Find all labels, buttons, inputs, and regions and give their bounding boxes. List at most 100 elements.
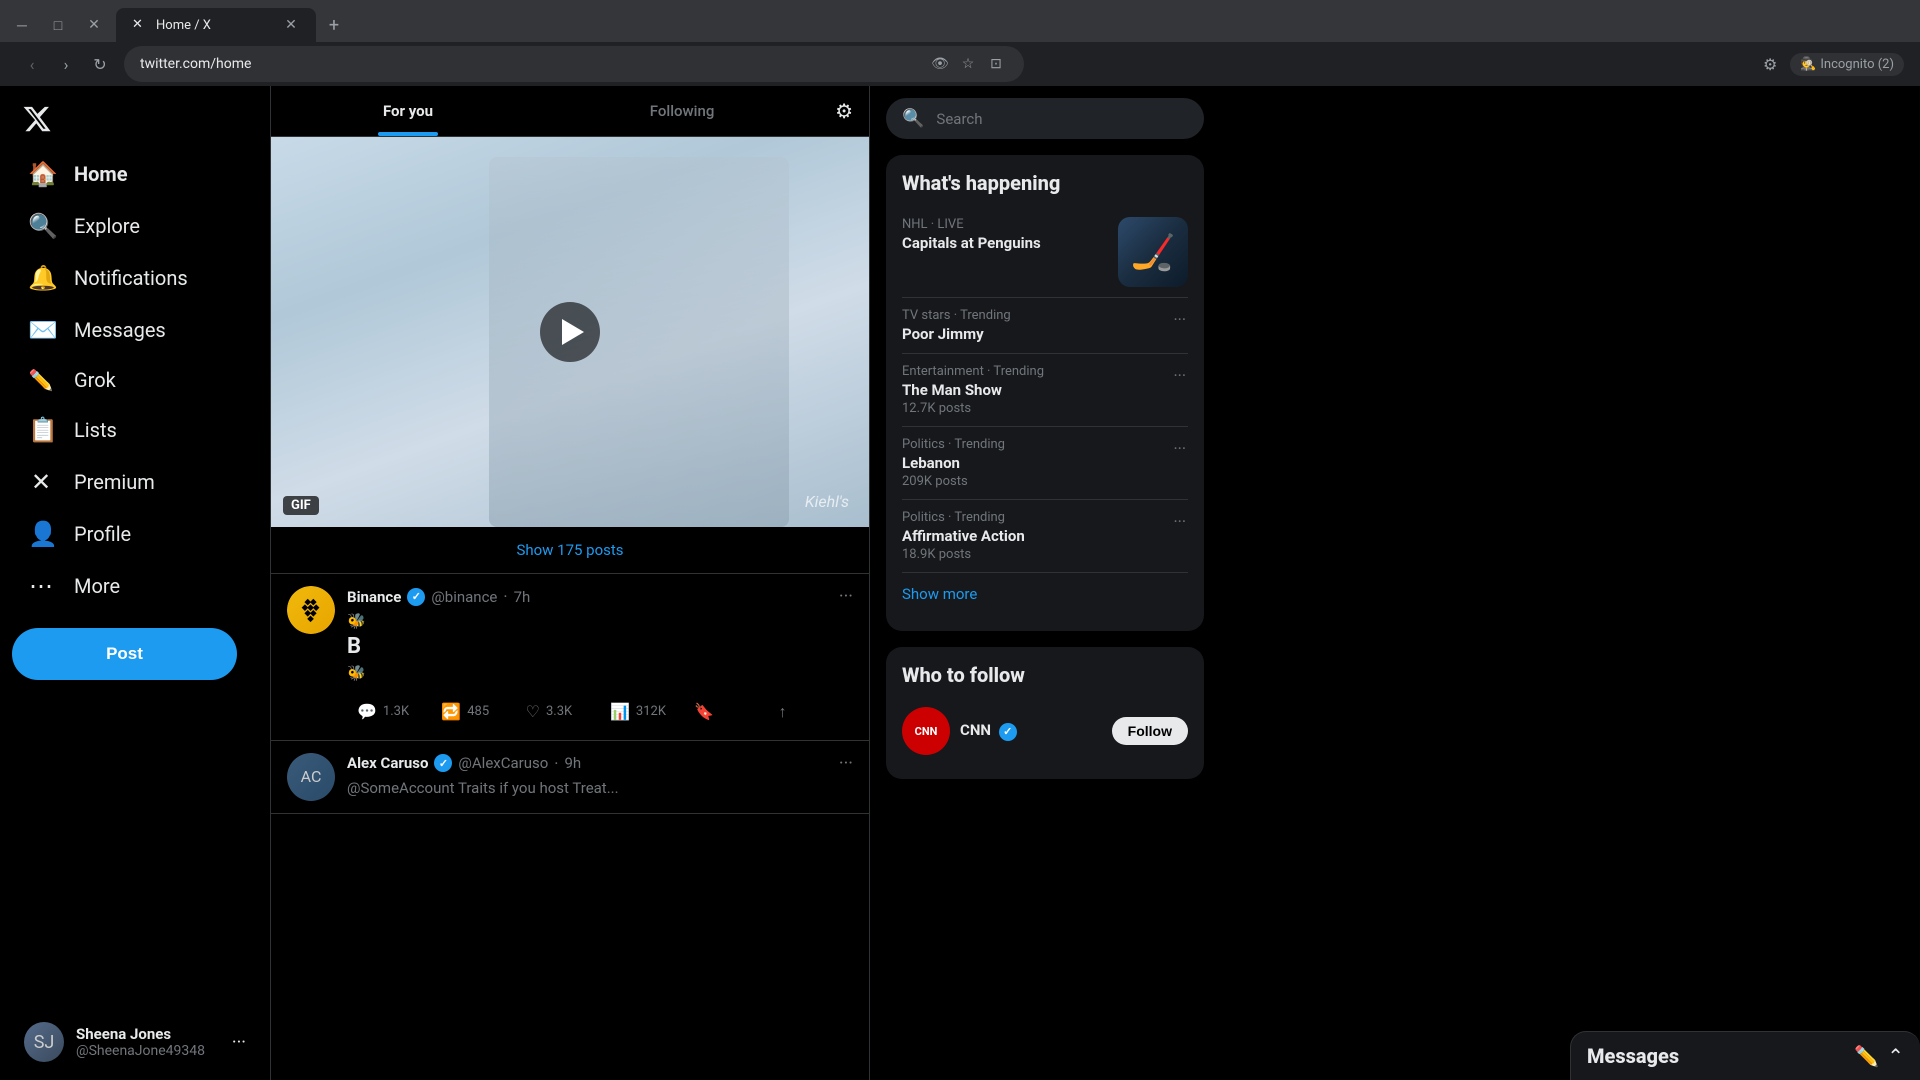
collapse-messages-icon[interactable]: ⌃ <box>1887 1044 1904 1068</box>
search-bar[interactable]: 🔍 Search <box>886 98 1204 139</box>
gif-badge: GIF <box>283 496 319 515</box>
who-to-follow-title: Who to follow <box>902 663 1188 687</box>
binance-views-button[interactable]: 📊 312K <box>600 696 684 727</box>
trending-affirmative-item[interactable]: Politics · Trending Affirmative Action 1… <box>902 500 1188 573</box>
sidebar-item-grok[interactable]: ✏️ Grok <box>12 356 258 404</box>
maximize-button[interactable]: □ <box>44 11 72 39</box>
reload-button[interactable]: ↻ <box>84 48 116 80</box>
url-bar[interactable]: twitter.com/home 👁 ☆ ⊡ <box>124 46 1024 82</box>
bar-chart-icon: 📊 <box>610 702 630 721</box>
affirmative-count: 18.9K posts <box>902 547 1163 562</box>
binance-share-button[interactable]: ↑ <box>769 696 853 728</box>
close-button[interactable]: ✕ <box>80 11 108 39</box>
trending-nhl-item[interactable]: NHL · LIVE Capitals at Penguins 🏒 <box>902 207 1188 298</box>
x-logo[interactable] <box>12 94 62 144</box>
tab-close-button[interactable]: ✕ <box>282 16 300 34</box>
pip-icon[interactable]: ⊡ <box>984 52 1008 76</box>
incognito-badge: 🕵 Incognito (2) <box>1790 53 1904 76</box>
sidebar-item-notifications[interactable]: 🔔 Notifications <box>12 252 258 304</box>
alex-tweet-header: Alex Caruso ✓ @AlexCaruso · 9h ··· <box>347 753 853 774</box>
incognito-label: Incognito (2) <box>1820 57 1894 72</box>
alex-tweet-text: @SomeAccount Traits if you host Treat... <box>347 778 853 799</box>
sidebar-item-premium[interactable]: ✕ Premium <box>12 456 258 508</box>
nhl-topic: Capitals at Penguins <box>902 234 1106 252</box>
show-posts-bar[interactable]: Show 175 posts <box>271 527 869 574</box>
notifications-icon: 🔔 <box>28 264 54 292</box>
feed-settings-icon[interactable]: ⚙ <box>819 91 869 131</box>
cnn-avatar: CNN <box>902 707 950 755</box>
search-placeholder: Search <box>936 110 982 128</box>
post-button[interactable]: Post <box>12 628 237 680</box>
lebanon-more-button[interactable]: ··· <box>1171 437 1188 460</box>
alex-more-button[interactable]: ··· <box>839 753 853 774</box>
trending-tv-stars-item[interactable]: TV stars · Trending Poor Jimmy ··· <box>902 298 1188 354</box>
new-tab-button[interactable]: + <box>320 11 348 39</box>
follow-item-cnn[interactable]: CNN CNN ✓ Follow <box>902 699 1188 763</box>
extensions-button[interactable]: ⚙ <box>1754 48 1786 80</box>
reply-icon: 💬 <box>357 702 377 721</box>
heart-icon: ♡ <box>526 702 540 721</box>
watermark: Kiehl's <box>805 492 849 511</box>
active-tab[interactable]: ✕ Home / X ✕ <box>116 8 316 42</box>
app-container: 🏠 Home 🔍 Explore 🔔 Notifications ✉️ Mess… <box>0 86 1920 1080</box>
eye-off-icon: 👁 <box>928 52 952 76</box>
tweet-alex-caruso[interactable]: AC Alex Caruso ✓ @AlexCaruso · 9h ··· @S… <box>271 741 869 814</box>
binance-more-button[interactable]: ··· <box>839 586 853 607</box>
tab-following[interactable]: Following <box>545 86 819 136</box>
nhl-thumbnail: 🏒 <box>1118 217 1188 287</box>
trending-lebanon-item[interactable]: Politics · Trending Lebanon 209K posts ·… <box>902 427 1188 500</box>
follow-cnn-button[interactable]: Follow <box>1112 717 1188 745</box>
x-logo-svg <box>22 104 52 134</box>
binance-retweets: 485 <box>467 704 489 719</box>
browser-chrome: ─ □ ✕ ✕ Home / X ✕ + ‹ › ↻ twitter.com/h… <box>0 0 1920 86</box>
bookmark-icon: 🔖 <box>694 702 714 721</box>
nhl-category: NHL · LIVE <box>902 217 1106 232</box>
binance-replies: 1.3K <box>383 704 409 719</box>
video-post[interactable]: GIF Kiehl's <box>271 137 869 527</box>
who-to-follow-section: Who to follow CNN CNN ✓ Follow <box>886 647 1204 779</box>
sidebar-item-lists[interactable]: 📋 Lists <box>12 404 258 456</box>
trending-entertainment-item[interactable]: Entertainment · Trending The Man Show 12… <box>902 354 1188 427</box>
back-button[interactable]: ‹ <box>16 48 48 80</box>
tab-for-you[interactable]: For you <box>271 86 545 136</box>
tv-stars-more-button[interactable]: ··· <box>1171 308 1188 331</box>
tweet-binance[interactable]: Binance ✓ @binance · 7h ··· 🐝 B 🐝 <box>271 574 869 741</box>
binance-verified: ✓ <box>407 588 425 606</box>
window-nav-icons: ─ □ ✕ <box>8 11 108 39</box>
compose-message-icon[interactable]: ✏️ <box>1854 1044 1879 1068</box>
binance-retweet-button[interactable]: 🔁 485 <box>431 696 515 727</box>
entertainment-more-button[interactable]: ··· <box>1171 364 1188 387</box>
sidebar-item-explore[interactable]: 🔍 Explore <box>12 200 258 252</box>
forward-button[interactable]: › <box>50 48 82 80</box>
binance-like-button[interactable]: ♡ 3.3K <box>516 696 600 727</box>
binance-text-line3: 🐝 <box>347 663 853 684</box>
affirmative-more-button[interactable]: ··· <box>1171 510 1188 533</box>
sidebar-item-more[interactable]: ⋯ More <box>12 560 258 612</box>
browser-right-icons: ⚙ 🕵 Incognito (2) <box>1754 48 1904 80</box>
sidebar-item-profile[interactable]: 👤 Profile <box>12 508 258 560</box>
alex-handle: @AlexCaruso <box>458 754 548 772</box>
user-avatar: SJ <box>24 1022 64 1062</box>
user-profile-bar[interactable]: SJ Sheena Jones @SheenaJone49348 ··· <box>12 1012 258 1072</box>
user-info: Sheena Jones @SheenaJone49348 <box>76 1025 220 1059</box>
sidebar-item-home[interactable]: 🏠 Home <box>12 148 258 200</box>
messages-bar[interactable]: Messages ✏️ ⌃ <box>1570 1031 1920 1080</box>
play-button[interactable] <box>540 302 600 362</box>
url-text: twitter.com/home <box>140 56 251 72</box>
grok-icon: ✏️ <box>28 368 54 392</box>
binance-tweet-body: Binance ✓ @binance · 7h ··· 🐝 B 🐝 <box>347 586 853 728</box>
premium-icon: ✕ <box>28 468 54 496</box>
search-icon: 🔍 <box>902 108 924 129</box>
profile-icon: 👤 <box>28 520 54 548</box>
show-more-link[interactable]: Show more <box>902 573 1188 615</box>
binance-reply-button[interactable]: 💬 1.3K <box>347 696 431 727</box>
messages-icon: ✉️ <box>28 316 54 344</box>
binance-time: 7h <box>514 588 531 606</box>
sidebar-item-messages[interactable]: ✉️ Messages <box>12 304 258 356</box>
star-icon[interactable]: ☆ <box>956 52 980 76</box>
right-panel: 🔍 Search What's happening NHL · LIVE Cap… <box>870 86 1220 1080</box>
nav-arrows: ‹ › ↻ <box>16 48 116 80</box>
binance-bookmark-button[interactable]: 🔖 <box>684 696 768 727</box>
minimize-button[interactable]: ─ <box>8 11 36 39</box>
user-more-dots[interactable]: ··· <box>232 1032 246 1053</box>
